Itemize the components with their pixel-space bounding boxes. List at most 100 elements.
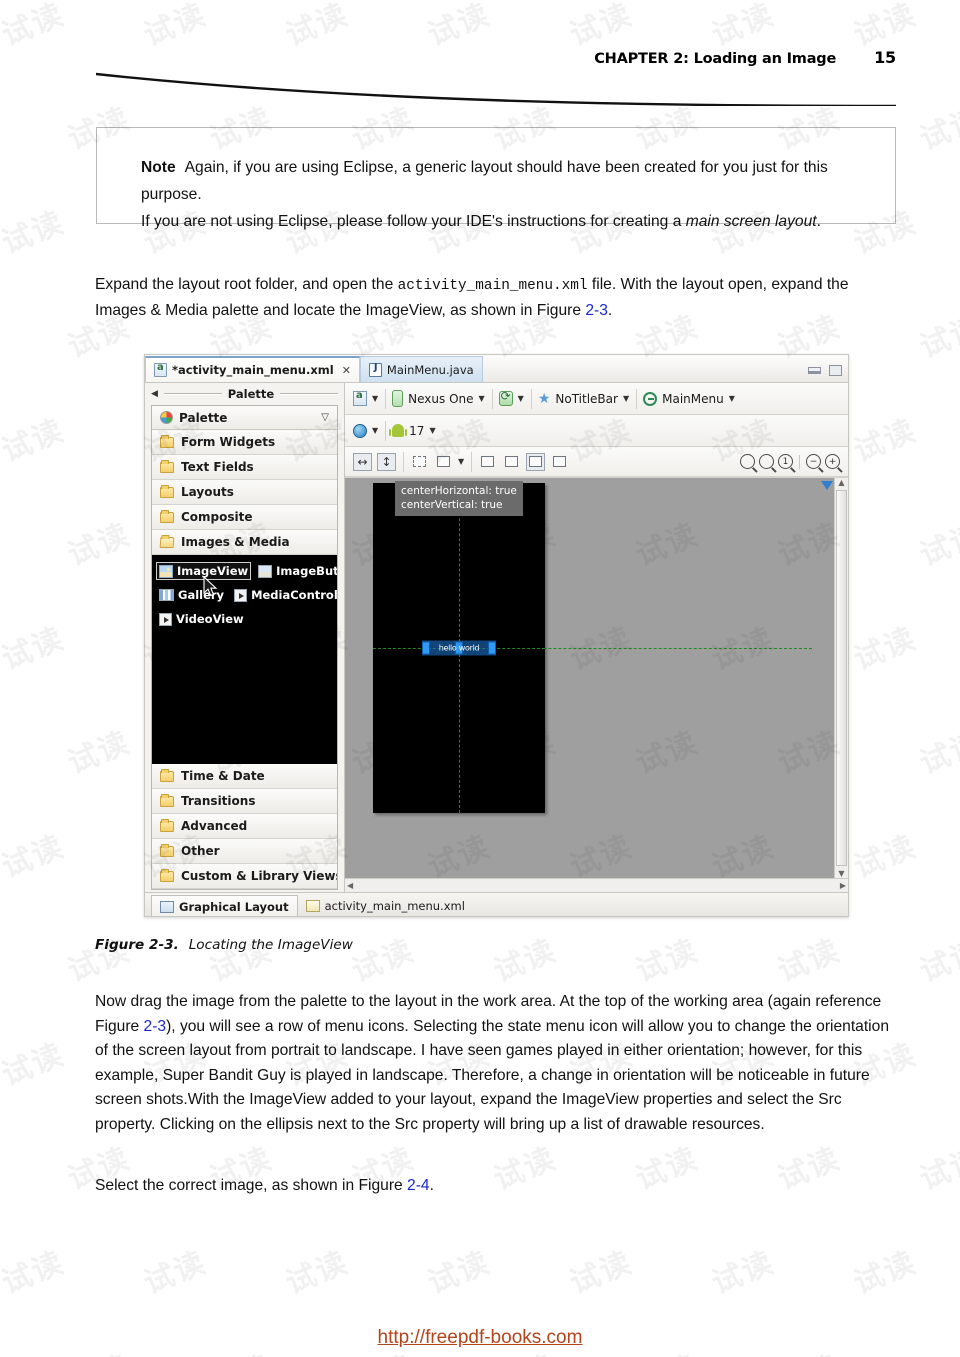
zoom-in-icon[interactable]: + bbox=[825, 454, 840, 469]
zoom-out-icon[interactable]: − bbox=[806, 454, 821, 469]
horizontal-scrollbar[interactable]: ◀ ▶ bbox=[345, 878, 848, 892]
height-fit-icon[interactable]: ↕ bbox=[377, 452, 396, 471]
chevron-down-icon[interactable]: ▼ bbox=[372, 426, 378, 435]
layout-toolbar-row-1: ▼ Nexus One ▼ ▼ ★ NoTitleBar ▼ bbox=[345, 383, 848, 415]
tooltip-line-2: centerVertical: true bbox=[401, 499, 503, 512]
zoom-controls: 1 − + bbox=[740, 454, 840, 469]
media-controller-icon bbox=[234, 588, 248, 602]
select-xref[interactable]: 2-4 bbox=[407, 1177, 430, 1194]
palette-header-label: Palette bbox=[227, 387, 275, 401]
chevron-down-icon[interactable]: ▼ bbox=[372, 394, 378, 403]
palette-color-icon bbox=[160, 411, 173, 424]
palette-item-imageview[interactable]: ImageView bbox=[156, 562, 252, 580]
orientation-dropdown[interactable]: ▼ bbox=[498, 388, 532, 409]
palette-group-time-and-date[interactable]: Time & Date bbox=[152, 764, 337, 789]
folder-icon bbox=[160, 793, 174, 807]
folder-icon bbox=[160, 768, 174, 782]
zoom-fit-icon[interactable] bbox=[740, 454, 755, 469]
palette-list: Palette ▽ Form Widgets Text Fields Layou… bbox=[151, 405, 338, 890]
scroll-left-icon[interactable]: ◀ bbox=[347, 881, 353, 890]
paragraph-select-image: Select the correct image, as shown in Fi… bbox=[95, 1174, 901, 1199]
palette-group-layouts[interactable]: Layouts bbox=[152, 480, 337, 505]
expand-icon[interactable] bbox=[434, 453, 453, 471]
footer-link[interactable]: http://freepdf-books.com bbox=[0, 1327, 960, 1349]
theme-dropdown[interactable]: ★ NoTitleBar ▼ bbox=[538, 388, 638, 409]
dropdown-marker-icon[interactable] bbox=[821, 481, 833, 490]
zoom-100-icon[interactable]: 1 bbox=[778, 454, 793, 469]
vertical-scroll-thumb[interactable] bbox=[836, 490, 847, 866]
margins-icon[interactable] bbox=[410, 453, 429, 471]
maximize-icon[interactable] bbox=[829, 365, 842, 376]
chevron-left-icon[interactable]: ◀ bbox=[151, 389, 158, 399]
intro-text-a: Expand the layout root folder, and open … bbox=[95, 276, 398, 293]
vertical-scrollbar[interactable]: ▲ ▼ bbox=[834, 478, 848, 878]
api-level-dropdown[interactable]: 17 ▼ bbox=[389, 421, 442, 441]
running-head: CHAPTER 2: Loading an Image 15 bbox=[594, 48, 896, 67]
chevron-down-icon[interactable]: ▼ bbox=[429, 426, 435, 435]
palette-group-other[interactable]: Other bbox=[152, 839, 337, 864]
scroll-up-icon[interactable]: ▲ bbox=[838, 478, 844, 487]
device-preview[interactable]: hello world bbox=[373, 483, 545, 813]
palette-view-header: ◀ Palette bbox=[145, 383, 344, 405]
palette-group-form-widgets[interactable]: Form Widgets bbox=[152, 430, 337, 455]
resize-handle-left[interactable] bbox=[422, 641, 430, 655]
device-dropdown[interactable]: Nexus One ▼ bbox=[392, 388, 493, 409]
width-fit-icon[interactable]: ↔ bbox=[353, 452, 372, 471]
eclipse-main-area: ◀ Palette Palette ▽ Form Widgets Text Fi… bbox=[145, 383, 848, 892]
chevron-down-icon[interactable]: ▼ bbox=[729, 394, 735, 403]
figure-number: Figure 2-3. bbox=[95, 937, 179, 953]
palette-group-advanced[interactable]: Advanced bbox=[152, 814, 337, 839]
structure-icon[interactable] bbox=[550, 453, 569, 471]
palette-group-transitions[interactable]: Transitions bbox=[152, 789, 337, 814]
minimize-icon[interactable] bbox=[808, 367, 821, 374]
selected-widget-textview[interactable]: hello world bbox=[422, 640, 496, 656]
palette-item-label: Gallery bbox=[178, 588, 225, 602]
palette-group-label: Composite bbox=[181, 510, 253, 524]
distribute-icon[interactable] bbox=[526, 452, 546, 471]
palette-group-label: Images & Media bbox=[181, 535, 290, 549]
editor-tab-mainmenu-java[interactable]: MainMenu.java bbox=[359, 356, 483, 382]
palette-item-gallery[interactable]: Gallery bbox=[156, 586, 227, 604]
config-chooser-dropdown[interactable]: ▼ bbox=[353, 388, 387, 409]
palette-group-label: Form Widgets bbox=[181, 435, 276, 449]
intro-xref[interactable]: 2-3 bbox=[585, 302, 608, 319]
palette-item-row: Gallery MediaController bbox=[156, 583, 337, 607]
scroll-down-icon[interactable]: ▼ bbox=[838, 869, 844, 878]
palette-group-composite[interactable]: Composite bbox=[152, 505, 337, 530]
now-xref[interactable]: 2-3 bbox=[144, 1018, 167, 1035]
zoom-best-icon[interactable] bbox=[759, 454, 774, 469]
chevron-down-icon[interactable]: ▼ bbox=[623, 394, 629, 403]
palette-list-header[interactable]: Palette ▽ bbox=[152, 406, 337, 430]
editor-tab-strip: *activity_main_menu.xml ✕ MainMenu.java bbox=[145, 355, 848, 383]
chevron-down-icon[interactable]: ▼ bbox=[518, 394, 524, 403]
palette-group-text-fields[interactable]: Text Fields bbox=[152, 455, 337, 480]
chevron-down-icon[interactable]: ▼ bbox=[479, 394, 485, 403]
chevron-down-icon[interactable]: ▽ bbox=[321, 412, 329, 423]
palette-item-videoview[interactable]: VideoView bbox=[156, 610, 247, 628]
palette-group-images-and-media[interactable]: Images & Media bbox=[152, 530, 337, 555]
locale-dropdown[interactable]: ▼ bbox=[353, 420, 387, 441]
folder-open-icon bbox=[159, 536, 175, 548]
palette-item-imagebutton[interactable]: ImageButton bbox=[255, 562, 337, 580]
align-center-icon[interactable] bbox=[502, 453, 521, 471]
close-icon[interactable]: ✕ bbox=[342, 364, 351, 377]
scroll-right-icon[interactable]: ▶ bbox=[840, 881, 846, 890]
editor-tab-label: MainMenu.java bbox=[386, 362, 474, 377]
tab-activity-main-menu-xml[interactable]: activity_main_menu.xml bbox=[298, 895, 473, 916]
tab-graphical-layout[interactable]: Graphical Layout bbox=[151, 895, 298, 916]
gallery-icon bbox=[159, 589, 174, 601]
palette-group-label: Time & Date bbox=[181, 769, 265, 783]
align-left-icon[interactable] bbox=[478, 453, 497, 471]
palette-item-mediacontroller[interactable]: MediaController bbox=[231, 586, 337, 604]
editor-tab-activity-main-menu-xml[interactable]: *activity_main_menu.xml ✕ bbox=[145, 356, 360, 382]
activity-dropdown[interactable]: MainMenu ▼ bbox=[643, 389, 742, 409]
resize-handle-right[interactable] bbox=[488, 641, 496, 655]
palette-group-custom-library-views[interactable]: Custom & Library Views bbox=[152, 864, 337, 889]
java-file-icon bbox=[368, 362, 382, 377]
layout-canvas[interactable]: hello world centerHorizontal: true cente… bbox=[345, 477, 848, 892]
folder-icon bbox=[160, 843, 174, 857]
chevron-down-icon[interactable]: ▼ bbox=[458, 457, 464, 466]
bottom-tab-label: activity_main_menu.xml bbox=[324, 899, 465, 913]
activity-label: MainMenu bbox=[662, 391, 724, 406]
folder-icon bbox=[160, 459, 174, 473]
